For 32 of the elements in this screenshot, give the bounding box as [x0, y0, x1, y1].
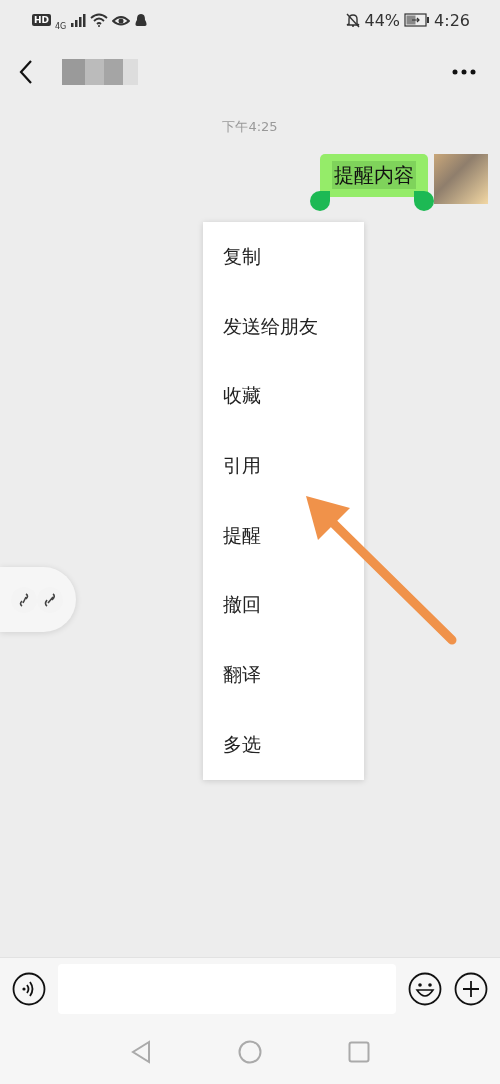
- avatar-placeholder: [434, 154, 488, 204]
- message-timestamp: 下午4:25: [221, 118, 279, 136]
- menu-item[interactable]: 收藏: [203, 361, 364, 432]
- menu-item[interactable]: 复制: [203, 222, 364, 292]
- wifi-icon: [90, 13, 109, 27]
- menu-item[interactable]: 撤回: [203, 570, 364, 641]
- battery-icon: [404, 13, 431, 27]
- menu-item[interactable]: 发送给朋友: [203, 291, 364, 362]
- more-icon[interactable]: [452, 69, 476, 75]
- emoji-icon[interactable]: [408, 972, 442, 1006]
- network-label: 4G: [55, 21, 67, 31]
- menu-item[interactable]: 引用: [203, 431, 364, 501]
- menu-item[interactable]: 多选: [203, 709, 364, 780]
- back-triangle-icon[interactable]: [130, 1040, 152, 1064]
- status-time: 4:26: [434, 10, 470, 30]
- plus-icon[interactable]: [454, 972, 488, 1006]
- recents-square-icon[interactable]: [348, 1041, 370, 1063]
- muted-bell-icon: [344, 12, 361, 28]
- menu-item[interactable]: 翻译: [203, 640, 364, 710]
- voice-icon[interactable]: [12, 972, 46, 1006]
- hd-icon: HD: [32, 14, 51, 26]
- battery-percent: 44%: [364, 10, 401, 30]
- selection-handle[interactable]: [414, 191, 434, 211]
- home-circle-icon[interactable]: [238, 1040, 262, 1064]
- back-icon[interactable]: [18, 59, 34, 85]
- signal-icon: [70, 13, 87, 27]
- selection-handle[interactable]: [310, 191, 330, 211]
- floating-pill[interactable]: [0, 567, 76, 632]
- message-bubble[interactable]: 提醒内容: [320, 154, 428, 197]
- penguin-icon: [134, 12, 149, 28]
- menu-item[interactable]: 提醒: [203, 500, 364, 571]
- eye-icon: [112, 13, 131, 27]
